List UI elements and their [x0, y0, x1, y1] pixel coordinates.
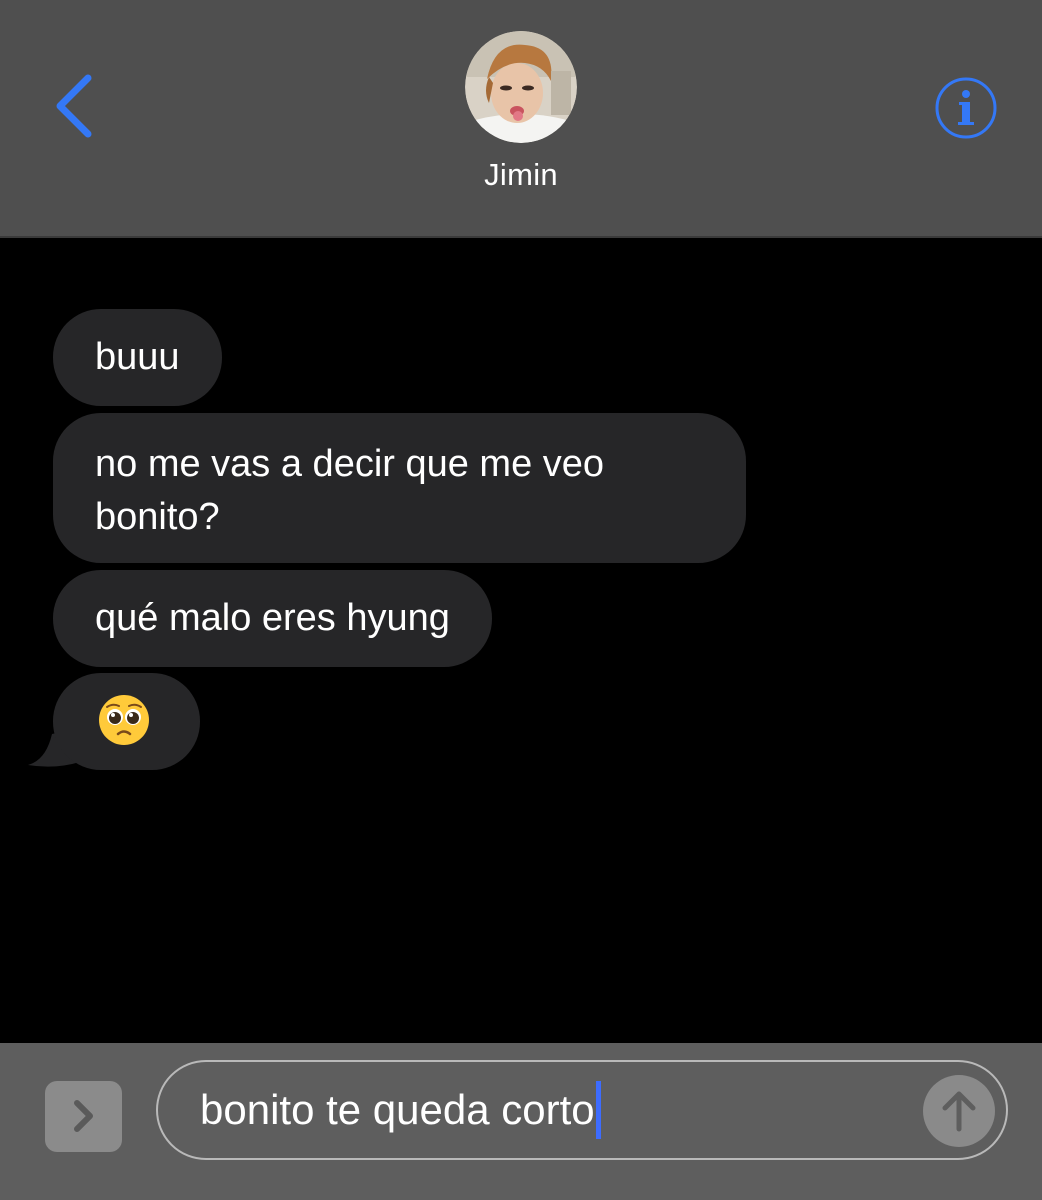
message-input-value: bonito te queda corto	[200, 1086, 595, 1134]
message-text: buuu	[95, 336, 180, 378]
back-button[interactable]	[44, 68, 104, 144]
send-button[interactable]	[923, 1075, 995, 1147]
message-text: qué malo eres hyung	[95, 597, 450, 639]
message-input-text[interactable]: bonito te queda corto	[200, 1081, 601, 1142]
conversation-header: Jimin	[0, 0, 1042, 238]
chevron-right-icon	[74, 1100, 93, 1132]
avatar-photo	[465, 31, 577, 143]
message-bubble-incoming[interactable]: buuu	[53, 309, 222, 406]
message-text: no me vas a decir que me veo bonito?	[95, 443, 605, 538]
message-bubble-incoming[interactable]: no me vas a decir que me veo bonito?	[53, 413, 746, 563]
message-list: buuu no me vas a decir que me veo bonito…	[0, 240, 1042, 1043]
composer-bar: bonito te queda corto	[0, 1043, 1042, 1200]
text-cursor	[595, 1081, 601, 1139]
message-input[interactable]: bonito te queda corto	[156, 1060, 1008, 1160]
message-bubble-incoming[interactable]: qué malo eres hyung	[53, 570, 492, 667]
messages-screen: Jimin buuu no me vas a decir que me veo …	[0, 0, 1042, 1200]
message-bubble-incoming[interactable]	[53, 673, 200, 770]
contact-name[interactable]: Jimin	[421, 157, 621, 193]
contact-avatar[interactable]	[465, 31, 577, 143]
info-button[interactable]	[934, 76, 998, 140]
arrow-up-icon	[942, 1091, 976, 1132]
apps-button[interactable]	[45, 1081, 122, 1152]
info-icon	[935, 77, 997, 139]
chevron-left-icon	[56, 74, 92, 138]
pleading-face-emoji	[97, 695, 151, 756]
